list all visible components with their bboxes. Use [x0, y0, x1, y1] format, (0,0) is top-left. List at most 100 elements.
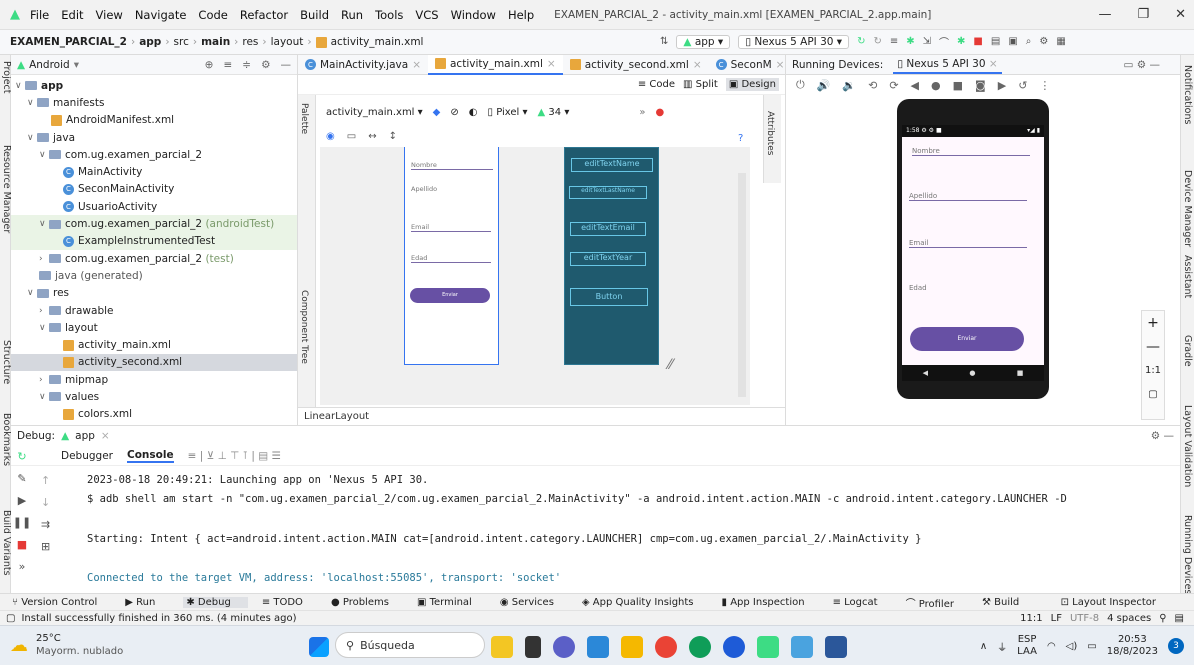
breadcrumb-main[interactable]: main	[201, 36, 230, 48]
menu-window[interactable]: Window	[451, 8, 496, 22]
reset-icon[interactable]: ↺	[1018, 79, 1027, 92]
phone-home-icon[interactable]: ●	[969, 369, 975, 377]
design-surface[interactable]: Nombre Apellido Email Edad Enviar	[404, 147, 499, 365]
settings-icon[interactable]: ⚙	[1039, 36, 1048, 47]
tab-activity-second[interactable]: activity_second.xml ×	[563, 55, 709, 75]
debug-options-icon[interactable]: ⚙ —	[1151, 430, 1174, 442]
bug-icon[interactable]: ✱	[957, 36, 965, 47]
tree-item-java-generated[interactable]: java (generated)	[11, 267, 297, 284]
chrome-icon[interactable]	[655, 635, 677, 658]
build-tab[interactable]: ⚒ Build	[982, 597, 1033, 608]
code-mode-button[interactable]: ≡ Code	[638, 79, 675, 90]
debug-tab[interactable]: ✱ Debug	[183, 596, 248, 608]
edit-config-icon[interactable]: ✎	[11, 468, 33, 490]
stop-debug-icon[interactable]: ■	[11, 534, 33, 556]
emulator-phone[interactable]: 1:58 ⚙ ⚙ ■ ▾◢ ▮ Nombre Apellido Email Eda…	[897, 99, 1049, 399]
breadcrumb-res[interactable]: res	[242, 36, 258, 48]
more-options-icon[interactable]: ⋮	[1039, 79, 1050, 92]
menu-tools[interactable]: Tools	[375, 8, 403, 22]
notifications-tool-button[interactable]: Notifications	[1182, 65, 1193, 124]
phone-field-apellido[interactable]: Apellido	[909, 192, 1027, 201]
debug-icon[interactable]: ✱	[906, 36, 914, 47]
problems-tab[interactable]: ● Problems	[331, 597, 403, 608]
menu-build[interactable]: Build	[300, 8, 329, 22]
design-field-age[interactable]: Edad	[411, 254, 491, 263]
tree-item-drawable[interactable]: › drawable	[11, 302, 297, 319]
more-debug-icon[interactable]: »	[11, 556, 33, 578]
tree-item-usuarioactivity[interactable]: C UsuarioActivity	[11, 198, 297, 215]
tab-mainactivity[interactable]: C MainActivity.java ×	[298, 55, 428, 75]
error-icon[interactable]: ●	[655, 107, 664, 118]
blueprint-button[interactable]: Button	[570, 288, 648, 306]
tree-item-activity-second[interactable]: activity_second.xml	[11, 353, 297, 372]
android-studio-taskbar-icon[interactable]	[757, 635, 779, 658]
profiler-tab[interactable]: ⌒ Profiler	[906, 595, 968, 610]
scroll-up-icon[interactable]: ↑	[41, 470, 50, 492]
canvas-scrollbar[interactable]	[738, 173, 746, 397]
debug-config-tab[interactable]: app	[75, 430, 95, 442]
notification-badge[interactable]: 3	[1168, 638, 1184, 654]
collapse-icon[interactable]: ≑	[242, 59, 251, 71]
expand-icon[interactable]: ≡	[223, 59, 232, 71]
menu-file[interactable]: File	[30, 8, 49, 22]
tree-item-seconmainactivity[interactable]: C SeconMainActivity	[11, 181, 297, 198]
sdk-icon[interactable]: ▣	[1008, 36, 1017, 47]
design-mode-button[interactable]: ▣ Design	[725, 78, 779, 91]
start-button-icon[interactable]	[309, 636, 329, 657]
phone-field-nombre[interactable]: Nombre	[912, 147, 1030, 156]
tree-item-activity-main[interactable]: activity_main.xml	[11, 336, 297, 353]
print-icon[interactable]: ⊞	[41, 536, 50, 558]
language-indicator[interactable]: ESP LAA	[1017, 634, 1037, 658]
running-devices-tool-button[interactable]: Running Devices	[1182, 515, 1193, 594]
phone-recents-icon[interactable]: ■	[1017, 369, 1024, 377]
zoom-fit-button[interactable]: ▢	[1142, 383, 1164, 407]
apply-code-icon[interactable]: ↻	[873, 36, 881, 47]
blueprint-field-email[interactable]: editTextEmail	[570, 222, 646, 236]
device-select[interactable]: ▯ Nexus 5 API 30 ▾	[738, 34, 850, 49]
stop-icon[interactable]: ■	[973, 36, 982, 47]
soft-wrap-icon[interactable]: ⇉	[41, 514, 50, 536]
maximize-button[interactable]: ❐	[1137, 7, 1149, 22]
window-options-icon[interactable]: ▭ ⚙ —	[1123, 59, 1160, 71]
vcs-status-icon[interactable]: ⚲	[1159, 613, 1166, 624]
usb-icon[interactable]: ⏚	[997, 639, 1007, 654]
tab-seconm[interactable]: C SeconM ×	[709, 55, 792, 75]
app-icon[interactable]	[791, 635, 813, 658]
vcs-icon[interactable]: ⇅	[660, 36, 668, 47]
blueprint-field-year[interactable]: editTextYear	[570, 252, 646, 266]
resize-handle-icon[interactable]: ⁄⁄	[668, 357, 673, 373]
apply-changes-icon[interactable]: ↻	[857, 36, 865, 47]
services-tab[interactable]: ◉ Services	[500, 597, 568, 608]
tree-item-mipmap[interactable]: › mipmap	[11, 371, 297, 388]
profile-icon[interactable]: ⌒	[939, 34, 949, 49]
tree-item-manifest-file[interactable]: AndroidManifest.xml	[11, 112, 297, 129]
zoom-app-icon[interactable]	[723, 635, 745, 658]
layout-validation-tool-button[interactable]: Layout Validation	[1182, 405, 1193, 487]
gear-icon[interactable]: ⚙	[261, 59, 270, 71]
blueprint-field-lastname[interactable]: editTextLastName	[569, 186, 647, 199]
zoom-in-button[interactable]: +	[1142, 311, 1164, 335]
scroll-down-icon[interactable]: ↓	[41, 492, 50, 514]
tray-chevron-icon[interactable]: ∧	[980, 641, 987, 652]
logcat-tab[interactable]: ≡ Logcat	[833, 597, 892, 608]
wifi-icon[interactable]: ◠	[1047, 641, 1056, 652]
hide-icon[interactable]: —	[281, 59, 292, 71]
overview-icon[interactable]: ■	[953, 79, 963, 92]
phone-screen[interactable]: Nombre Apellido Email Edad Enviar	[902, 137, 1044, 365]
phone-field-edad[interactable]: Edad	[909, 284, 1027, 292]
tree-item-res[interactable]: ∨ res	[11, 285, 297, 302]
tree-item-values[interactable]: ∨ values	[11, 388, 297, 405]
phone-back-icon[interactable]: ◀	[923, 369, 928, 377]
tab-debugger[interactable]: Debugger	[61, 450, 113, 462]
api-selector[interactable]: ▲ 34 ▾	[538, 107, 570, 118]
project-view-select[interactable]: Android	[29, 59, 70, 71]
tree-item-manifests[interactable]: ∨ manifests	[11, 94, 297, 111]
rerun-icon[interactable]: ↻	[11, 446, 33, 468]
tree-item-exampletest[interactable]: C ExampleInstrumentedTest	[11, 232, 297, 250]
memory-indicator-icon[interactable]: ▤	[1175, 613, 1184, 624]
console-toolbar-icons[interactable]: ≡ | ⊻ ⊥ ⊤ ⊺ | ▤ ☰	[188, 450, 281, 462]
margin-icon[interactable]: ▭	[347, 131, 356, 142]
orientation-icon[interactable]: ⊘	[450, 107, 458, 118]
device-manager-icon[interactable]: ▤	[991, 36, 1000, 47]
attributes-tool-button[interactable]: Attributes	[765, 111, 775, 155]
